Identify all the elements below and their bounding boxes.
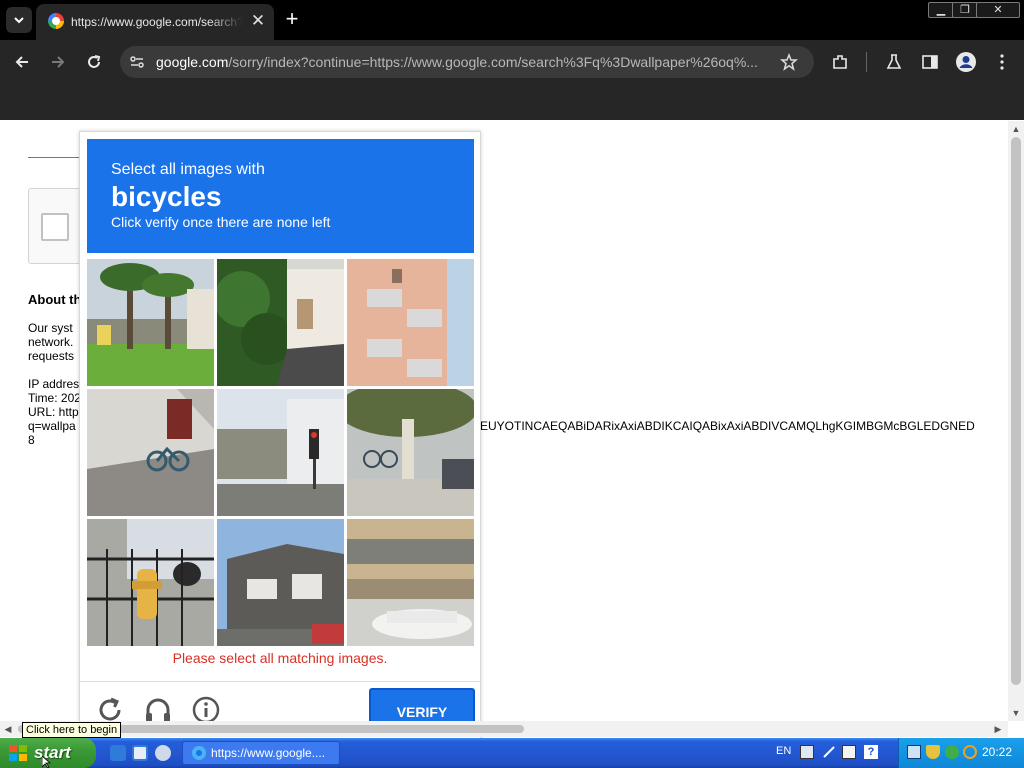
input-settings-icon[interactable] bbox=[842, 745, 856, 759]
active-tab[interactable]: https://www.google.com/search?q=wallpape… bbox=[36, 4, 274, 40]
tab-strip: https://www.google.com/search?q=wallpape… bbox=[0, 0, 1024, 40]
show-desktop-icon[interactable] bbox=[132, 745, 148, 761]
taskbar: start https://www.google.... EN ? 20:22 bbox=[0, 738, 1024, 768]
vertical-scroll-thumb[interactable] bbox=[1011, 137, 1021, 685]
paragraph-line: requests bbox=[28, 349, 75, 363]
captcha-tile-palm-trees[interactable] bbox=[87, 259, 214, 386]
vertical-scrollbar[interactable]: ▲ ▼ bbox=[1008, 121, 1024, 721]
start-label: start bbox=[34, 743, 71, 762]
captcha-tile-bushes-building[interactable] bbox=[217, 259, 344, 386]
captcha-tile-grey-house[interactable] bbox=[217, 519, 344, 646]
target-object: bicycles bbox=[111, 181, 222, 212]
scroll-right-icon[interactable]: ▶ bbox=[990, 721, 1006, 737]
captcha-tile-pink-building[interactable] bbox=[347, 259, 474, 386]
forward-button[interactable] bbox=[46, 50, 70, 74]
windows-logo-icon bbox=[9, 745, 27, 761]
restore-icon[interactable]: ❐ bbox=[952, 2, 978, 18]
taskbar-window-title: https://www.google.... bbox=[211, 746, 326, 760]
challenge-header: Select all images with bicycles Click ve… bbox=[87, 139, 474, 253]
site-settings-icon[interactable] bbox=[129, 54, 145, 70]
paragraph-line: network. bbox=[28, 335, 74, 349]
url-path: /sorry/index?continue=https://www.google… bbox=[228, 54, 758, 70]
instruction-text: Select all images with bbox=[111, 161, 265, 178]
pen-tool-icon[interactable] bbox=[822, 745, 836, 759]
internet-explorer-icon[interactable] bbox=[110, 745, 126, 761]
url-end-line: 8 bbox=[28, 433, 35, 447]
extensions-icon[interactable] bbox=[831, 53, 849, 71]
url-query-line: q=wallpa bbox=[28, 419, 76, 433]
network-icon[interactable] bbox=[907, 745, 921, 759]
scroll-up-icon[interactable]: ▲ bbox=[1008, 121, 1024, 137]
forward-arrow-icon bbox=[52, 56, 65, 68]
chevron-down-icon bbox=[14, 17, 24, 24]
captcha-tile-fire-hydrant[interactable] bbox=[87, 519, 214, 646]
scroll-left-icon[interactable]: ◀ bbox=[0, 721, 16, 737]
start-tooltip: Click here to begin bbox=[22, 722, 122, 738]
back-button[interactable] bbox=[10, 50, 34, 74]
browser-toolbar: google.com/sorry/index?continue=https://… bbox=[0, 40, 1024, 84]
minimize-icon[interactable]: ▁ bbox=[928, 2, 954, 18]
close-tab-icon[interactable]: ✕ bbox=[248, 11, 268, 31]
captcha-tile-traffic-light[interactable] bbox=[217, 389, 344, 516]
more-menu-icon[interactable] bbox=[994, 53, 1010, 71]
update-icon[interactable] bbox=[945, 745, 959, 759]
url-line: URL: http bbox=[28, 405, 79, 419]
captcha-tile-tree-bicycles[interactable] bbox=[347, 389, 474, 516]
url-text: google.com/sorry/index?continue=https://… bbox=[156, 53, 776, 71]
address-bar[interactable]: google.com/sorry/index?continue=https://… bbox=[120, 46, 814, 78]
back-arrow-icon bbox=[15, 56, 28, 68]
help-icon[interactable]: ? bbox=[864, 745, 878, 759]
search-icon[interactable] bbox=[963, 745, 977, 759]
tab-search-button[interactable] bbox=[6, 7, 32, 33]
bookmarks-bar bbox=[0, 84, 1024, 120]
captcha-tile-parking-garage[interactable] bbox=[347, 519, 474, 646]
taskbar-chrome-window[interactable]: https://www.google.... bbox=[182, 741, 340, 765]
clock: 20:22 bbox=[982, 745, 1013, 759]
url-tail: EUYOTINCAEQABiDARixAxiABDIKCAIQABixAxiAB… bbox=[480, 419, 975, 433]
reload-icon bbox=[88, 55, 101, 68]
recaptcha-checkbox[interactable] bbox=[41, 213, 69, 241]
language-indicator[interactable]: EN bbox=[776, 745, 791, 757]
reload-button[interactable] bbox=[82, 50, 106, 74]
tab-title: https://www.google.com/search?q=wallpape… bbox=[71, 15, 243, 29]
captcha-tile-wall-bicycle[interactable] bbox=[87, 389, 214, 516]
side-panel-icon[interactable] bbox=[921, 53, 939, 71]
media-player-icon[interactable] bbox=[155, 745, 171, 761]
close-window-icon[interactable]: ✕ bbox=[976, 2, 1020, 18]
profile-avatar-icon[interactable] bbox=[955, 51, 977, 73]
new-tab-icon[interactable]: + bbox=[280, 8, 304, 32]
url-host: google.com bbox=[156, 54, 229, 70]
recaptcha-challenge: Select all images with bicycles Click ve… bbox=[79, 131, 481, 751]
bookmark-star-icon[interactable] bbox=[780, 53, 798, 71]
chrome-icon bbox=[192, 746, 206, 760]
error-message: Please select all matching images. bbox=[172, 650, 388, 666]
labs-flask-icon[interactable] bbox=[885, 53, 903, 71]
google-favicon-icon bbox=[48, 13, 64, 29]
toolbar-divider bbox=[866, 52, 867, 72]
footer-divider bbox=[80, 681, 480, 682]
mouse-cursor-icon bbox=[42, 756, 52, 768]
scroll-down-icon[interactable]: ▼ bbox=[1008, 705, 1024, 721]
horizontal-scrollbar[interactable]: ◀ ▶ bbox=[0, 721, 1008, 737]
time-line: Time: 202 bbox=[28, 391, 81, 405]
ip-address-line: IP addres bbox=[28, 377, 80, 391]
paragraph-line: Our syst bbox=[28, 321, 73, 335]
security-shield-icon[interactable] bbox=[926, 745, 940, 759]
about-heading: About th bbox=[28, 292, 82, 307]
instruction-subtext: Click verify once there are none left bbox=[111, 214, 331, 230]
keyboard-icon[interactable] bbox=[800, 745, 814, 759]
